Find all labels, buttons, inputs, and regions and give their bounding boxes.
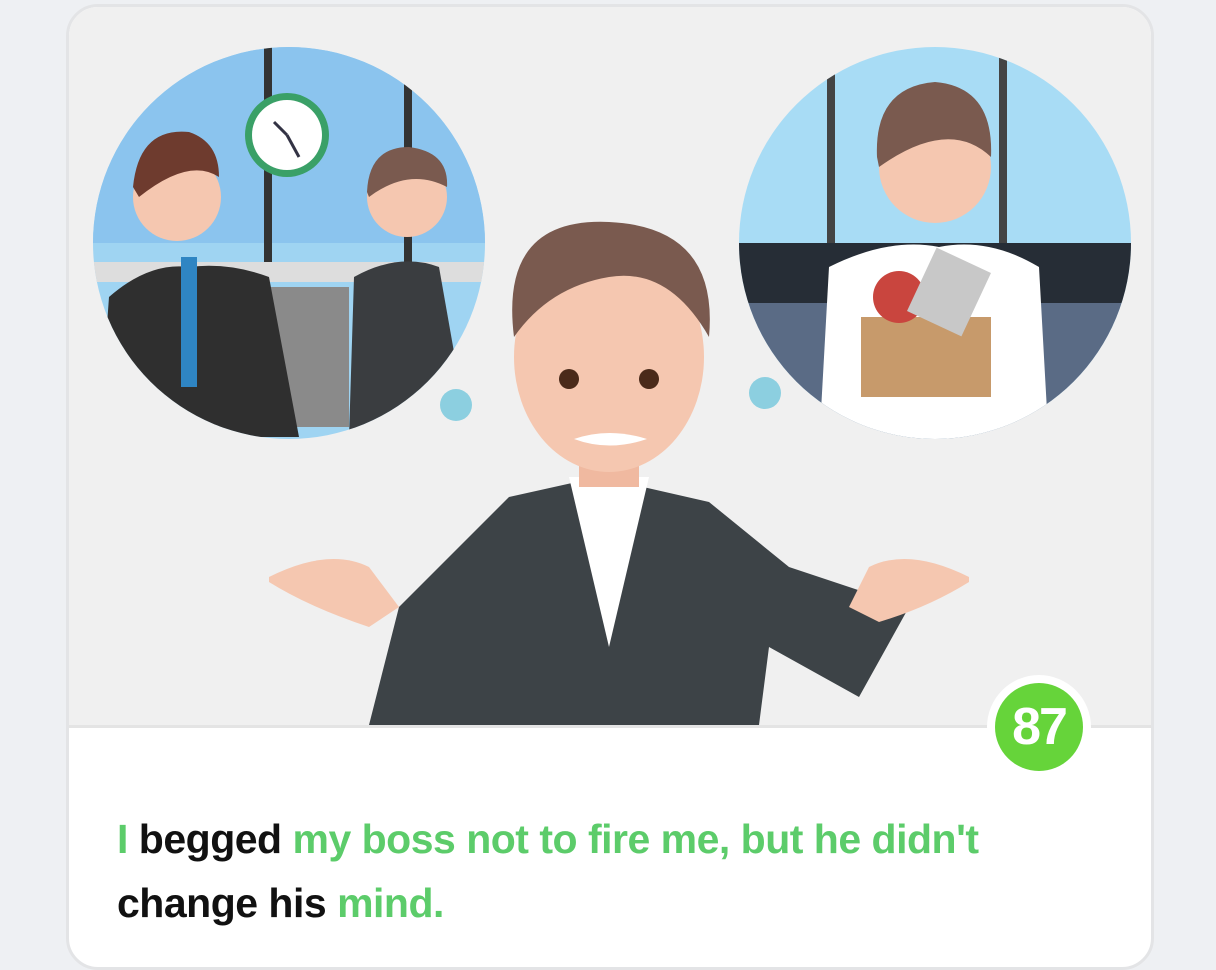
sentence-word-highlighted: I [117,816,128,862]
sentence-word-highlighted: mind. [337,880,444,926]
sentence-word: change his [117,880,338,926]
sentence-word-highlighted: my boss not to fire me, but he didn't [292,816,979,862]
illustration-worried-employee [93,47,1131,725]
lesson-card: 87 I begged my boss not to fire me, but … [66,4,1154,970]
sentence-word: begged [127,816,293,862]
score-badge: 87 [987,675,1091,779]
illustration [69,7,1151,728]
sentence-text: I begged my boss not to fire me, but he … [117,807,1077,935]
